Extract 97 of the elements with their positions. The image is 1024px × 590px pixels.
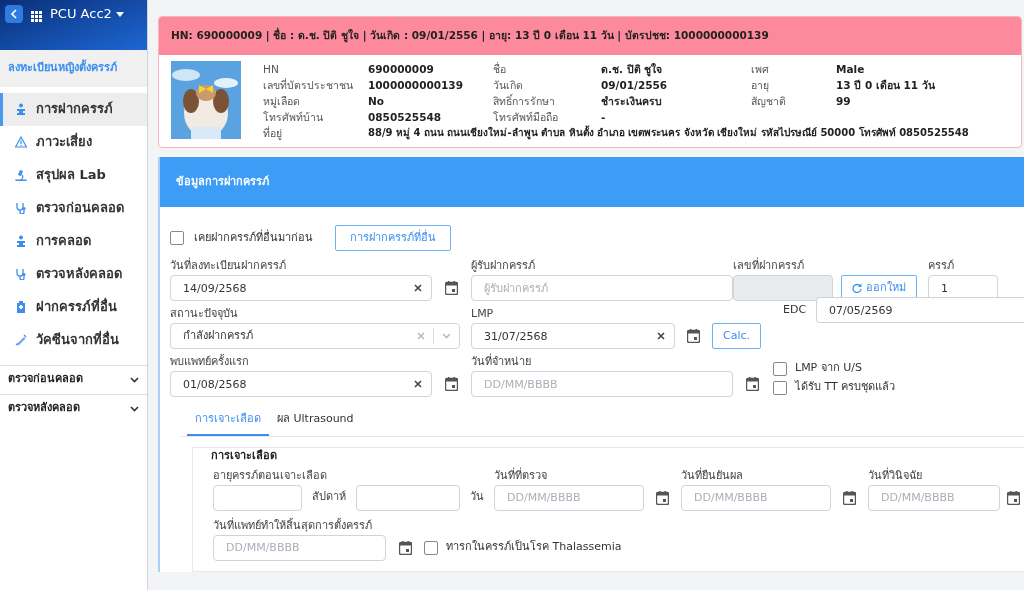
input-field[interactable]: 01/08/2568: [170, 371, 432, 397]
input-field[interactable]: 14/09/2568: [170, 275, 432, 301]
checkbox[interactable]: [773, 380, 787, 395]
clear-icon[interactable]: [657, 332, 665, 340]
field-label: วันที่แพทย์ทำให้สิ้นสุดการตั้งครรภ์: [213, 516, 373, 534]
building-icon: [15, 301, 27, 313]
unit-label: สัปดาห์: [310, 489, 347, 506]
calendar-icon[interactable]: [746, 377, 759, 391]
info-value: 0850525548: [368, 110, 443, 125]
input-field[interactable]: [213, 484, 302, 511]
info-value: 1000000000139: [368, 78, 464, 93]
field-label: สถานะปัจจุบัน: [170, 306, 239, 322]
calendar-icon[interactable]: [843, 490, 856, 505]
info-value: 690000009: [368, 62, 435, 77]
field-label: ผู้รับฝากครรภ์: [471, 258, 536, 274]
checkbox[interactable]: [170, 231, 184, 245]
back-button[interactable]: [5, 5, 23, 23]
info-label: วันเกิด: [493, 78, 524, 93]
info-label: อายุ: [751, 78, 770, 93]
info-label: เพศ: [751, 62, 770, 77]
field-label: ครรภ์: [928, 258, 955, 274]
group-label: ตรวจก่อนคลอด: [8, 371, 83, 388]
info-value: -: [601, 110, 607, 125]
info-label: HN: [263, 62, 280, 77]
info-value: 88/9 หมู่ 4 ถนน ถนนเชียงใหม่-ลำพูน ตำบล หินตั้ง อำเภอ เขตพระนคร จังหวัด เชียงใหม่ รหัสไปรษณีย์ 50000 โทรศัพท์ 0850525548: [368, 125, 969, 141]
calc-button[interactable]: Calc.: [712, 323, 762, 349]
chevron-icon[interactable]: [130, 376, 139, 383]
stethoscope-icon: [15, 202, 27, 214]
info-value: Male: [836, 62, 866, 77]
stethoscope-icon: [15, 268, 27, 280]
checkbox-label: ทารกในครรภ์เป็นโรค Thalassemia: [446, 539, 622, 556]
info-value: No: [368, 94, 385, 109]
patient-banner: HN: 690000009 | ชื่อ : ด.ช. ปิติ ชูใจ | วันเกิด : 09/01/2556 | อายุ: 13 ปี 0 เดือน 11 วัน | บัตรปชช: 1000000000139: [159, 17, 1021, 55]
input-field[interactable]: DD/MM/BBBB: [471, 371, 733, 397]
group-label: ตรวจหลังคลอด: [8, 400, 80, 417]
checkbox-label: LMP จาก U/S: [795, 360, 862, 377]
field-label: อายุครรภ์ตอนเจาะเลือด: [213, 467, 328, 484]
apps-grid-icon[interactable]: [31, 10, 42, 22]
field-label: วันที่จำหน่าย: [471, 353, 532, 370]
app-switcher[interactable]: PCU Acc2: [50, 5, 124, 23]
person-icon: [15, 103, 27, 115]
input-field[interactable]: ผู้รับฝากครรภ์: [471, 275, 733, 301]
tab[interactable]: การเจาะเลือด: [187, 407, 269, 436]
input-field[interactable]: DD/MM/BBBB: [213, 534, 386, 561]
input-field[interactable]: 31/07/2568: [471, 323, 675, 349]
calendar-icon[interactable]: [445, 281, 458, 295]
info-label: สัญชาติ: [751, 94, 787, 109]
info-value: ด.ช. ปิติ ชูใจ: [601, 62, 664, 77]
info-label: ชื่อ: [493, 61, 507, 77]
info-label: เลขที่บัตรประชาชน: [263, 77, 354, 93]
calendar-icon[interactable]: [398, 540, 412, 555]
input-field[interactable]: DD/MM/BBBB: [868, 484, 1000, 511]
calendar-icon[interactable]: [445, 377, 458, 391]
input-field[interactable]: 07/05/2569: [816, 297, 1024, 323]
sidebar-item[interactable]: การฝากครรภ์: [0, 92, 147, 126]
checkbox[interactable]: [773, 361, 787, 376]
info-value: 99: [836, 94, 852, 109]
field-label: วันที่ที่ตรวจ: [494, 466, 548, 484]
field-label: เลขที่ฝากครรภ์: [733, 257, 805, 274]
input-field[interactable]: DD/MM/BBBB: [681, 484, 831, 511]
info-value: ชำระเงินครบ: [601, 94, 663, 109]
unit-label: วัน: [469, 489, 485, 506]
person-icon: [15, 235, 27, 247]
field-label: พบแพทย์ครั้งแรก: [170, 353, 250, 370]
syringe-icon: [15, 334, 27, 346]
section-header: ข้อมูลการฝากครรภ์: [160, 157, 1024, 207]
field-label: วันที่ลงทะเบียนฝากครรภ์: [170, 257, 287, 274]
chevron-icon[interactable]: [130, 405, 139, 412]
field-label: วันที่วินิจฉัย: [868, 466, 923, 484]
checkbox-label: ได้รับ TT ครบชุดแล้ว: [795, 379, 896, 396]
checkbox-label: เคยฝากครรภ์ที่อื่นมาก่อน: [194, 229, 313, 246]
section-title: ลงทะเบียนหญิงตั้งครรภ์: [0, 50, 147, 87]
outline-button[interactable]: การฝากครรภ์ที่อื่น: [335, 225, 451, 251]
clear-icon[interactable]: [414, 284, 422, 292]
input-field[interactable]: DD/MM/BBBB: [494, 484, 644, 511]
input-field[interactable]: [355, 484, 460, 511]
field-label: วันที่ยืนยันผล: [681, 466, 744, 484]
calendar-icon[interactable]: [656, 490, 669, 505]
refresh-icon: [852, 283, 862, 293]
info-label: ที่อยู่: [263, 125, 283, 141]
info-value: 13 ปี 0 เดือน 11 วัน: [836, 78, 936, 93]
tab[interactable]: ผล Ultrasound: [269, 407, 362, 436]
clear-icon[interactable]: [414, 380, 422, 388]
calendar-icon[interactable]: [687, 329, 700, 343]
field-label: LMP: [471, 306, 495, 322]
checkbox[interactable]: [424, 540, 438, 555]
caret-icon: [115, 11, 124, 17]
info-label: โทรศัพท์มือถือ: [493, 110, 559, 125]
warning-icon: [15, 136, 27, 148]
info-label: สิทธิ์การรักษา: [493, 93, 556, 109]
info-label: หมู่เลือด: [263, 94, 301, 109]
field-label: EDC: [783, 301, 807, 318]
info-value: 09/01/2556: [601, 78, 669, 93]
back-icon: [11, 9, 17, 19]
calendar-icon[interactable]: [1006, 490, 1020, 505]
microscope-icon: [15, 169, 27, 181]
info-label: โทรศัพท์บ้าน: [263, 110, 324, 125]
